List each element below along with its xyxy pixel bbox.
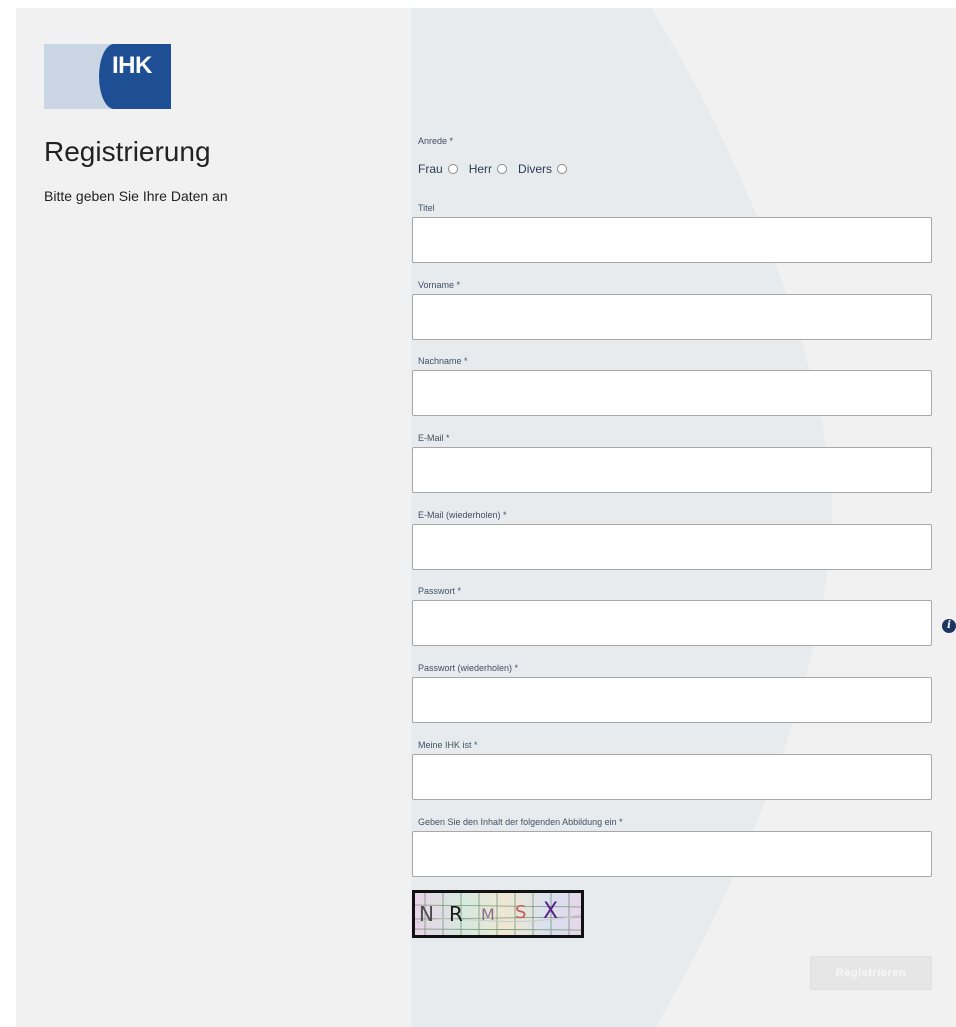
radio-frau-circle[interactable]: [447, 164, 458, 174]
radio-herr[interactable]: Herr: [468, 162, 508, 176]
captcha-char: X: [543, 899, 559, 924]
email-repeat-field[interactable]: [412, 524, 932, 570]
password-repeat-field[interactable]: [412, 677, 932, 723]
ihk-logo: IHK: [44, 44, 171, 109]
captcha-char: R: [449, 902, 463, 926]
captcha-label: Geben Sie den Inhalt der folgenden Abbil…: [418, 817, 623, 827]
captcha-char: S: [515, 902, 527, 923]
password-label: Passwort *: [418, 586, 462, 596]
page-subtitle: Bitte geben Sie Ihre Daten an: [44, 188, 228, 204]
logo-text: IHK: [112, 52, 152, 79]
info-icon[interactable]: i: [942, 619, 956, 633]
captcha-field[interactable]: [412, 831, 932, 877]
registration-page: IHK Registrierung Bitte geben Sie Ihre D…: [16, 8, 956, 1027]
page-title: Registrierung: [44, 136, 211, 167]
lastname-field[interactable]: [412, 370, 932, 416]
captcha-char: N: [419, 902, 434, 926]
radio-divers-label: Divers: [518, 162, 553, 176]
email-repeat-label: E-Mail (wiederholen) *: [418, 510, 507, 520]
radio-herr-label: Herr: [468, 162, 493, 176]
password-field[interactable]: [412, 600, 932, 646]
title-field[interactable]: [412, 217, 932, 263]
captcha-image: N R M S X: [412, 890, 584, 938]
lastname-label: Nachname *: [418, 356, 468, 366]
email-field[interactable]: [412, 447, 932, 493]
ihk-input[interactable]: [413, 755, 931, 799]
salutation-radio-group: Frau Herr Divers: [418, 162, 578, 176]
title-label: Titel: [418, 203, 435, 213]
lastname-input[interactable]: [413, 371, 931, 415]
password-repeat-input[interactable]: [413, 678, 931, 722]
title-input[interactable]: [413, 218, 931, 262]
email-input[interactable]: [413, 448, 931, 492]
firstname-label: Vorname *: [418, 280, 461, 290]
radio-divers[interactable]: Divers: [518, 162, 568, 176]
firstname-field[interactable]: [412, 294, 932, 340]
ihk-field[interactable]: [412, 754, 932, 800]
radio-frau-label: Frau: [418, 162, 443, 176]
register-button[interactable]: Registrieren: [810, 956, 932, 990]
ihk-label: Meine IHK ist *: [418, 740, 478, 750]
password-input[interactable]: [413, 601, 931, 645]
radio-herr-circle[interactable]: [497, 164, 508, 174]
password-repeat-label: Passwort (wiederholen) *: [418, 663, 519, 673]
email-repeat-input[interactable]: [413, 525, 931, 569]
salutation-label: Anrede *: [418, 136, 454, 146]
firstname-input[interactable]: [413, 295, 931, 339]
radio-divers-circle[interactable]: [557, 164, 568, 174]
captcha-char: M: [481, 905, 495, 924]
captcha-input[interactable]: [413, 832, 931, 876]
email-label: E-Mail *: [418, 433, 450, 443]
radio-frau[interactable]: Frau: [418, 162, 458, 176]
